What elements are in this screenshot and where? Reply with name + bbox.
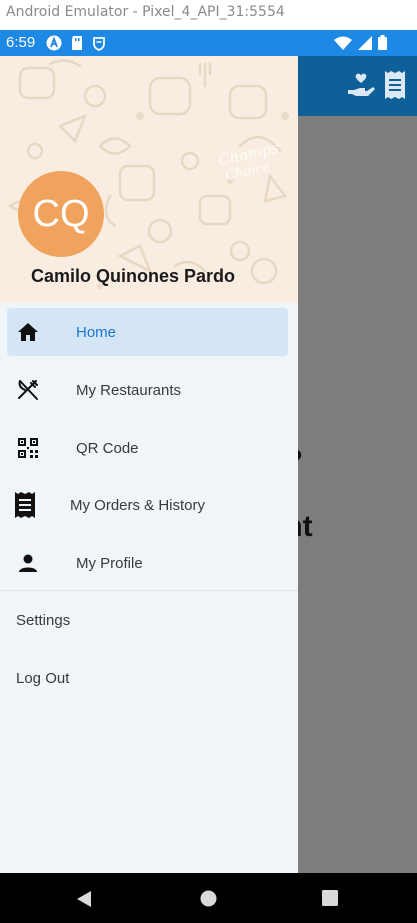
system-navigation-bar — [0, 873, 417, 923]
utensils-icon — [16, 378, 40, 402]
drawer-header: Champs Choice CQ Camilo Quinones Pardo — [0, 56, 298, 303]
signal-icon — [358, 35, 372, 55]
qr-code-icon — [16, 436, 40, 460]
drawer-item-settings[interactable]: Settings — [16, 612, 70, 629]
wifi-icon — [334, 36, 352, 55]
receipt-icon — [384, 70, 406, 105]
home-circle-icon[interactable] — [200, 890, 217, 912]
drawer-item-label: My Orders & History — [70, 496, 206, 514]
drawer-item-label: QR Code — [76, 439, 139, 457]
status-bar: 6:59 — [0, 30, 417, 56]
drawer-item-label: My Restaurants — [76, 381, 182, 399]
person-icon — [16, 551, 40, 575]
drawer-item-log-out[interactable]: Log Out — [16, 670, 69, 687]
drawer-item-home[interactable]: Home — [7, 308, 288, 356]
window-title: Android Emulator - Pixel_4_API_31:5554 — [0, 0, 417, 30]
drawer-item-my-profile[interactable]: My Profile — [7, 539, 288, 587]
avatar[interactable]: CQ — [18, 171, 104, 257]
navigation-drawer: Champs Choice CQ Camilo Quinones Pardo H… — [0, 56, 298, 873]
home-icon — [16, 320, 40, 344]
user-name: Camilo Quinones Pardo — [31, 266, 236, 286]
shield-icon — [92, 35, 106, 56]
drawer-item-my-orders-history[interactable]: My Orders & History — [7, 481, 288, 529]
recents-icon[interactable] — [322, 890, 338, 911]
hand-heart-icon — [346, 70, 376, 105]
receipt-icon — [14, 492, 38, 518]
drawer-divider — [0, 590, 298, 591]
a-badge-icon — [46, 35, 62, 56]
battery-icon — [378, 35, 387, 55]
status-time: 6:59 — [6, 34, 36, 51]
back-icon[interactable] — [76, 890, 92, 913]
drawer-item-label: My Profile — [76, 554, 143, 572]
drawer-item-qr-code[interactable]: QR Code — [7, 424, 288, 472]
drawer-item-my-restaurants[interactable]: My Restaurants — [7, 366, 288, 414]
sd-card-icon — [70, 35, 84, 56]
drawer-item-label: Home — [76, 323, 117, 341]
